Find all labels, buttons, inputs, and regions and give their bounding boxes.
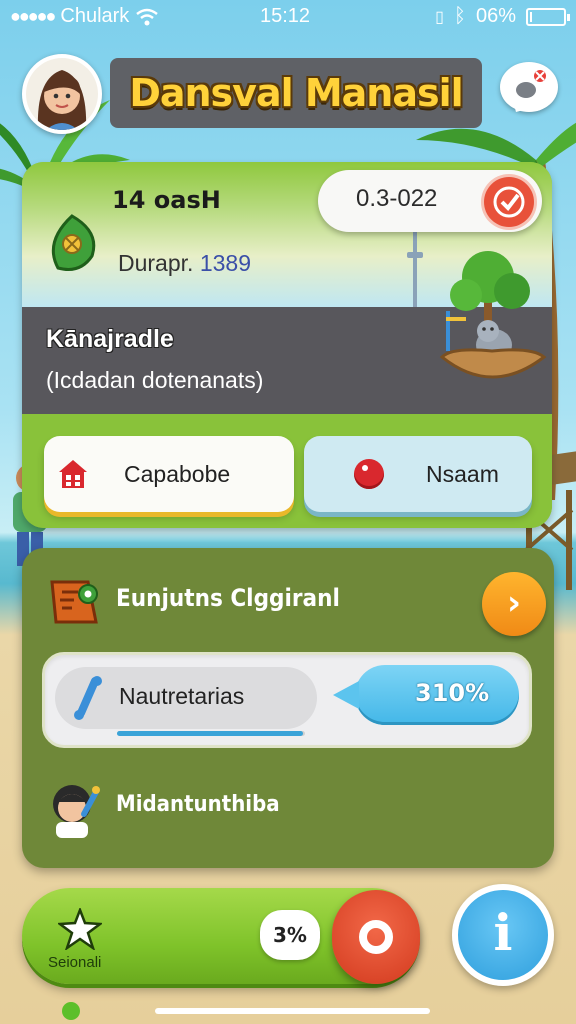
chevron-right-icon: › bbox=[506, 583, 521, 623]
page-indicator-dot bbox=[62, 1002, 80, 1020]
action-button-row: Capabobe Nsaam bbox=[22, 414, 552, 528]
date-number: 1389 bbox=[199, 250, 251, 276]
date-display[interactable]: 0.3-022 bbox=[318, 170, 542, 232]
mission-label: Eunjutns Clggiranl bbox=[116, 584, 340, 612]
section-subheading: (Icdadan dotenanats) bbox=[46, 367, 264, 393]
mission-next-button[interactable]: › bbox=[482, 572, 546, 636]
capabobe-button[interactable]: Capabobe bbox=[44, 436, 294, 512]
progress-bar-fill bbox=[117, 731, 304, 736]
ticket-icon bbox=[50, 580, 98, 624]
mission-row[interactable]: Eunjutns Clggiranl › bbox=[48, 572, 546, 636]
leaf-icon bbox=[51, 214, 96, 271]
record-button[interactable] bbox=[332, 890, 420, 984]
nsaam-button-label: Nsaam bbox=[426, 460, 499, 487]
house-icon bbox=[59, 460, 87, 488]
star-icon bbox=[58, 908, 102, 950]
game-title: Dansval Manasil bbox=[129, 71, 463, 115]
pet-planter-illustration bbox=[439, 251, 547, 379]
progress-name: Nautretarias bbox=[119, 683, 245, 709]
signal-strength-icon: ●●●●● bbox=[10, 6, 56, 26]
nsaam-button[interactable]: Nsaam bbox=[304, 436, 532, 512]
date-label-text: Durapr. bbox=[118, 250, 194, 276]
bone-icon bbox=[74, 676, 102, 720]
chat-bubble-icon bbox=[516, 70, 546, 98]
battery-icon bbox=[526, 7, 570, 26]
confirm-button[interactable] bbox=[484, 177, 534, 227]
cash-amount: 14 oasH bbox=[112, 186, 221, 214]
player-stats-card: 14 oasH Durapr. 1389 0.3-022 Kānajradle bbox=[22, 162, 552, 528]
battery-level bbox=[530, 11, 532, 22]
carrier-name: Chulark bbox=[60, 5, 130, 27]
avatar-portrait-icon bbox=[26, 58, 98, 130]
star-label: Seionali bbox=[48, 954, 102, 971]
chat-bubble-button[interactable] bbox=[500, 62, 558, 112]
clock-time: 15:12 bbox=[260, 5, 311, 27]
status-bar: ●●●●● Chulark 15:12 ▯ ᛒ 06% bbox=[0, 0, 576, 34]
missions-panel: Eunjutns Clggiranl › Nautretarias 310% M… bbox=[22, 548, 554, 868]
friend-label: Midantunthiba bbox=[116, 792, 280, 817]
notification-icon: ▯ bbox=[435, 8, 444, 26]
home-indicator[interactable] bbox=[155, 1008, 430, 1014]
battery-percent: 06% bbox=[475, 5, 516, 27]
progress-percent: 310% bbox=[415, 679, 490, 707]
section-heading: Kānajradle bbox=[46, 325, 174, 353]
player-avatar[interactable] bbox=[22, 54, 102, 134]
date-value: 0.3-022 bbox=[356, 185, 438, 212]
bluetooth-icon: ᛒ bbox=[453, 5, 466, 27]
progress-bar bbox=[117, 731, 305, 736]
friend-avatar-icon bbox=[53, 785, 100, 838]
radio-tower bbox=[407, 232, 423, 307]
friend-row[interactable]: Midantunthiba bbox=[48, 780, 528, 840]
date-label: Durapr. 1389 bbox=[118, 250, 251, 277]
red-dot-icon bbox=[354, 459, 384, 489]
capabobe-button-label: Capabobe bbox=[124, 460, 231, 487]
progress-card[interactable]: Nautretarias 310% bbox=[42, 652, 532, 748]
wifi-icon bbox=[136, 8, 159, 25]
check-icon bbox=[493, 186, 525, 218]
progress-percent-pill: 310% bbox=[333, 665, 519, 725]
game-title-banner: Dansval Manasil bbox=[110, 58, 482, 128]
mini-counter-button[interactable]: 3% bbox=[260, 910, 320, 960]
info-button[interactable]: i bbox=[452, 884, 554, 986]
